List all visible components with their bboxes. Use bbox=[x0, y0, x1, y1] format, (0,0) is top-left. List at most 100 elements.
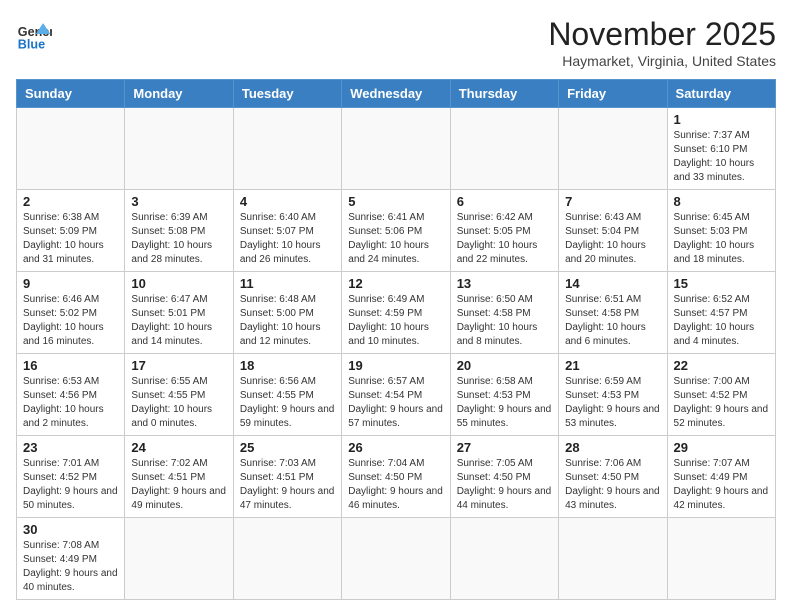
day-number: 30 bbox=[23, 522, 118, 537]
calendar-cell bbox=[17, 108, 125, 190]
day-number: 27 bbox=[457, 440, 552, 455]
calendar-cell bbox=[342, 518, 450, 600]
calendar-cell: 17 Sunrise: 6:55 AM Sunset: 4:55 PM Dayli… bbox=[125, 354, 233, 436]
day-info: Sunrise: 6:46 AM Sunset: 5:02 PM Dayligh… bbox=[23, 293, 118, 349]
day-info: Sunrise: 6:53 AM Sunset: 4:56 PM Dayligh… bbox=[23, 375, 118, 431]
calendar-cell: 26 Sunrise: 7:04 AM Sunset: 4:50 PM Dayli… bbox=[342, 436, 450, 518]
calendar-cell: 7 Sunrise: 6:43 AM Sunset: 5:04 PM Daylig… bbox=[559, 190, 667, 272]
day-info: Sunrise: 6:47 AM Sunset: 5:01 PM Dayligh… bbox=[131, 293, 226, 349]
day-info: Sunrise: 6:48 AM Sunset: 5:00 PM Dayligh… bbox=[240, 293, 335, 349]
day-info: Sunrise: 6:39 AM Sunset: 5:08 PM Dayligh… bbox=[131, 211, 226, 267]
calendar-week-row: 2 Sunrise: 6:38 AM Sunset: 5:09 PM Daylig… bbox=[17, 190, 776, 272]
day-info: Sunrise: 6:58 AM Sunset: 4:53 PM Dayligh… bbox=[457, 375, 552, 431]
calendar-cell bbox=[559, 108, 667, 190]
day-number: 23 bbox=[23, 440, 118, 455]
day-number: 13 bbox=[457, 276, 552, 291]
calendar-cell: 20Sunrise: 6:58 AM Sunset: 4:53 PM Dayli… bbox=[450, 354, 558, 436]
calendar-cell: 9 Sunrise: 6:46 AM Sunset: 5:02 PM Daylig… bbox=[17, 272, 125, 354]
day-info: Sunrise: 6:38 AM Sunset: 5:09 PM Dayligh… bbox=[23, 211, 118, 267]
day-number: 15 bbox=[674, 276, 769, 291]
calendar-cell: 23 Sunrise: 7:01 AM Sunset: 4:52 PM Dayli… bbox=[17, 436, 125, 518]
calendar-cell: 19 Sunrise: 6:57 AM Sunset: 4:54 PM Dayli… bbox=[342, 354, 450, 436]
calendar-cell: 2 Sunrise: 6:38 AM Sunset: 5:09 PM Daylig… bbox=[17, 190, 125, 272]
calendar-cell: 28Sunrise: 7:06 AM Sunset: 4:50 PM Dayli… bbox=[559, 436, 667, 518]
day-info: Sunrise: 7:04 AM Sunset: 4:50 PM Dayligh… bbox=[348, 457, 443, 513]
day-number: 9 bbox=[23, 276, 118, 291]
weekday-header: Thursday bbox=[450, 80, 558, 108]
calendar-cell: 30Sunrise: 7:08 AM Sunset: 4:49 PM Dayli… bbox=[17, 518, 125, 600]
calendar-week-row: 1Sunrise: 7:37 AM Sunset: 6:10 PM Daylig… bbox=[17, 108, 776, 190]
day-number: 29 bbox=[674, 440, 769, 455]
day-info: Sunrise: 6:41 AM Sunset: 5:06 PM Dayligh… bbox=[348, 211, 443, 267]
calendar-cell bbox=[233, 518, 341, 600]
day-info: Sunrise: 7:37 AM Sunset: 6:10 PM Dayligh… bbox=[674, 129, 769, 185]
weekday-header: Tuesday bbox=[233, 80, 341, 108]
day-number: 26 bbox=[348, 440, 443, 455]
day-number: 5 bbox=[348, 194, 443, 209]
calendar-cell bbox=[233, 108, 341, 190]
day-number: 24 bbox=[131, 440, 226, 455]
calendar-cell bbox=[667, 518, 775, 600]
title-area: November 2025 Haymarket, Virginia, Unite… bbox=[548, 16, 776, 69]
logo-icon: General Blue bbox=[16, 16, 52, 52]
day-info: Sunrise: 7:03 AM Sunset: 4:51 PM Dayligh… bbox=[240, 457, 335, 513]
calendar-cell bbox=[450, 518, 558, 600]
day-info: Sunrise: 6:55 AM Sunset: 4:55 PM Dayligh… bbox=[131, 375, 226, 431]
weekday-header: Monday bbox=[125, 80, 233, 108]
day-number: 21 bbox=[565, 358, 660, 373]
day-info: Sunrise: 6:51 AM Sunset: 4:58 PM Dayligh… bbox=[565, 293, 660, 349]
day-number: 8 bbox=[674, 194, 769, 209]
day-number: 12 bbox=[348, 276, 443, 291]
day-info: Sunrise: 6:40 AM Sunset: 5:07 PM Dayligh… bbox=[240, 211, 335, 267]
day-info: Sunrise: 7:02 AM Sunset: 4:51 PM Dayligh… bbox=[131, 457, 226, 513]
calendar-cell: 8Sunrise: 6:45 AM Sunset: 5:03 PM Daylig… bbox=[667, 190, 775, 272]
calendar-cell bbox=[559, 518, 667, 600]
logo: General Blue bbox=[16, 16, 52, 52]
page-header: General Blue November 2025 Haymarket, Vi… bbox=[16, 16, 776, 69]
day-info: Sunrise: 7:01 AM Sunset: 4:52 PM Dayligh… bbox=[23, 457, 118, 513]
calendar-week-row: 9 Sunrise: 6:46 AM Sunset: 5:02 PM Daylig… bbox=[17, 272, 776, 354]
day-info: Sunrise: 6:50 AM Sunset: 4:58 PM Dayligh… bbox=[457, 293, 552, 349]
calendar-cell: 21 Sunrise: 6:59 AM Sunset: 4:53 PM Dayli… bbox=[559, 354, 667, 436]
day-info: Sunrise: 7:07 AM Sunset: 4:49 PM Dayligh… bbox=[674, 457, 769, 513]
day-info: Sunrise: 6:52 AM Sunset: 4:57 PM Dayligh… bbox=[674, 293, 769, 349]
calendar-cell: 13 Sunrise: 6:50 AM Sunset: 4:58 PM Dayli… bbox=[450, 272, 558, 354]
day-number: 14 bbox=[565, 276, 660, 291]
day-info: Sunrise: 6:57 AM Sunset: 4:54 PM Dayligh… bbox=[348, 375, 443, 431]
day-info: Sunrise: 7:05 AM Sunset: 4:50 PM Dayligh… bbox=[457, 457, 552, 513]
day-number: 7 bbox=[565, 194, 660, 209]
calendar-week-row: 16 Sunrise: 6:53 AM Sunset: 4:56 PM Dayli… bbox=[17, 354, 776, 436]
weekday-header: Wednesday bbox=[342, 80, 450, 108]
calendar-cell: 1Sunrise: 7:37 AM Sunset: 6:10 PM Daylig… bbox=[667, 108, 775, 190]
day-info: Sunrise: 6:43 AM Sunset: 5:04 PM Dayligh… bbox=[565, 211, 660, 267]
calendar-cell: 11 Sunrise: 6:48 AM Sunset: 5:00 PM Dayli… bbox=[233, 272, 341, 354]
day-info: Sunrise: 7:00 AM Sunset: 4:52 PM Dayligh… bbox=[674, 375, 769, 431]
calendar-cell: 22 Sunrise: 7:00 AM Sunset: 4:52 PM Dayli… bbox=[667, 354, 775, 436]
calendar-cell: 24 Sunrise: 7:02 AM Sunset: 4:51 PM Dayli… bbox=[125, 436, 233, 518]
svg-text:Blue: Blue bbox=[18, 37, 45, 51]
day-number: 17 bbox=[131, 358, 226, 373]
day-info: Sunrise: 6:59 AM Sunset: 4:53 PM Dayligh… bbox=[565, 375, 660, 431]
day-number: 25 bbox=[240, 440, 335, 455]
day-info: Sunrise: 6:56 AM Sunset: 4:55 PM Dayligh… bbox=[240, 375, 335, 431]
calendar-week-row: 30Sunrise: 7:08 AM Sunset: 4:49 PM Dayli… bbox=[17, 518, 776, 600]
day-number: 11 bbox=[240, 276, 335, 291]
calendar-cell: 16 Sunrise: 6:53 AM Sunset: 4:56 PM Dayli… bbox=[17, 354, 125, 436]
calendar-cell: 10Sunrise: 6:47 AM Sunset: 5:01 PM Dayli… bbox=[125, 272, 233, 354]
day-number: 16 bbox=[23, 358, 118, 373]
calendar-cell bbox=[450, 108, 558, 190]
day-number: 19 bbox=[348, 358, 443, 373]
month-year-title: November 2025 bbox=[548, 16, 776, 53]
calendar-cell bbox=[125, 518, 233, 600]
calendar-cell: 5 Sunrise: 6:41 AM Sunset: 5:06 PM Daylig… bbox=[342, 190, 450, 272]
day-number: 18 bbox=[240, 358, 335, 373]
calendar-cell: 15 Sunrise: 6:52 AM Sunset: 4:57 PM Dayli… bbox=[667, 272, 775, 354]
calendar-cell: 25 Sunrise: 7:03 AM Sunset: 4:51 PM Dayli… bbox=[233, 436, 341, 518]
calendar-cell bbox=[342, 108, 450, 190]
weekday-header: Friday bbox=[559, 80, 667, 108]
day-number: 22 bbox=[674, 358, 769, 373]
calendar-cell: 3Sunrise: 6:39 AM Sunset: 5:08 PM Daylig… bbox=[125, 190, 233, 272]
calendar-table: SundayMondayTuesdayWednesdayThursdayFrid… bbox=[16, 79, 776, 600]
day-number: 2 bbox=[23, 194, 118, 209]
calendar-cell: 18 Sunrise: 6:56 AM Sunset: 4:55 PM Dayli… bbox=[233, 354, 341, 436]
